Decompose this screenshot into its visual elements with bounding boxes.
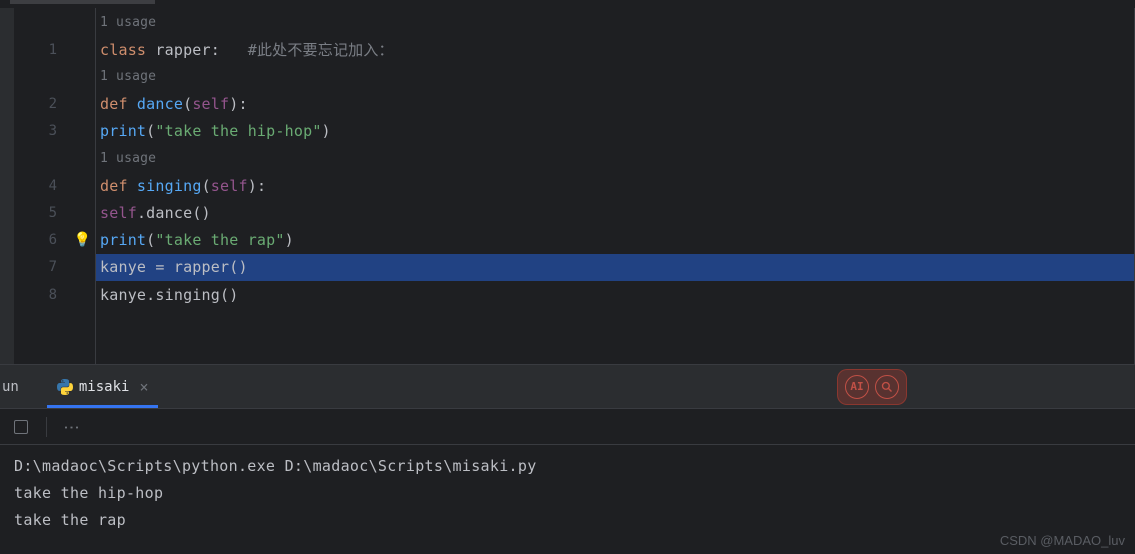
console-line: take the hip-hop [14,480,1121,507]
code-row[interactable]: def dance(self): [96,90,1134,117]
ai-assistant-badge[interactable]: AI [837,369,907,405]
usage-hint: 1 usage [96,63,1134,90]
line-number-gutter: 1 2 3 4 5 6💡 7 8 [14,8,96,364]
run-tab-bar: un misaki × AI [0,365,1135,409]
run-tab[interactable]: misaki × [47,365,159,408]
more-icon[interactable]: ⋮ [63,420,82,434]
console-output[interactable]: D:\madaoc\Scripts\python.exe D:\madaoc\S… [0,445,1135,542]
run-tab-name: misaki [79,379,130,395]
line-number: 4 [14,172,95,199]
code-editor[interactable]: 1 2 3 4 5 6💡 7 8 1 usage class rapper: #… [0,8,1135,364]
search-icon [875,375,899,399]
code-row[interactable]: def singing(self): [96,172,1134,199]
python-icon [57,379,73,395]
line-number: 5 [14,199,95,226]
line-number: 2 [14,90,95,117]
code-content[interactable]: 1 usage class rapper: #此处不要忘记加入： 1 usage… [96,8,1134,364]
tab-strip [0,0,1135,8]
console-line: take the rap [14,507,1121,534]
code-row[interactable]: print("take the rap") [96,226,1134,253]
run-tool-window: un misaki × AI ⋮ D:\madaoc\Scripts\pytho… [0,365,1135,542]
line-number: 7 [14,254,95,281]
code-row[interactable]: kanye.singing() [96,281,1134,308]
code-row-active[interactable]: kanye = rapper() [96,254,1134,281]
run-toolbar: ⋮ [0,409,1135,445]
left-margin [0,8,14,364]
ai-icon: AI [845,375,869,399]
separator [46,417,47,437]
gutter-blank [14,145,95,172]
run-label: un [0,379,27,395]
code-row[interactable]: print("take the hip-hop") [96,118,1134,145]
gutter-blank [14,9,95,36]
code-row[interactable]: self.dance() [96,199,1134,226]
watermark: CSDN @MADAO_luv [1000,533,1125,548]
console-line: D:\madaoc\Scripts\python.exe D:\madaoc\S… [14,453,1121,480]
stop-button[interactable] [14,420,28,434]
line-number: 6💡 [14,226,95,253]
usage-hint: 1 usage [96,145,1134,172]
line-number: 1 [14,36,95,63]
close-icon[interactable]: × [139,378,148,396]
line-number: 3 [14,118,95,145]
lightbulb-icon[interactable]: 💡 [74,232,91,248]
line-number: 8 [14,281,95,308]
code-row[interactable]: class rapper: #此处不要忘记加入： [96,36,1134,63]
usage-hint: 1 usage [96,9,1134,36]
gutter-blank [14,63,95,90]
